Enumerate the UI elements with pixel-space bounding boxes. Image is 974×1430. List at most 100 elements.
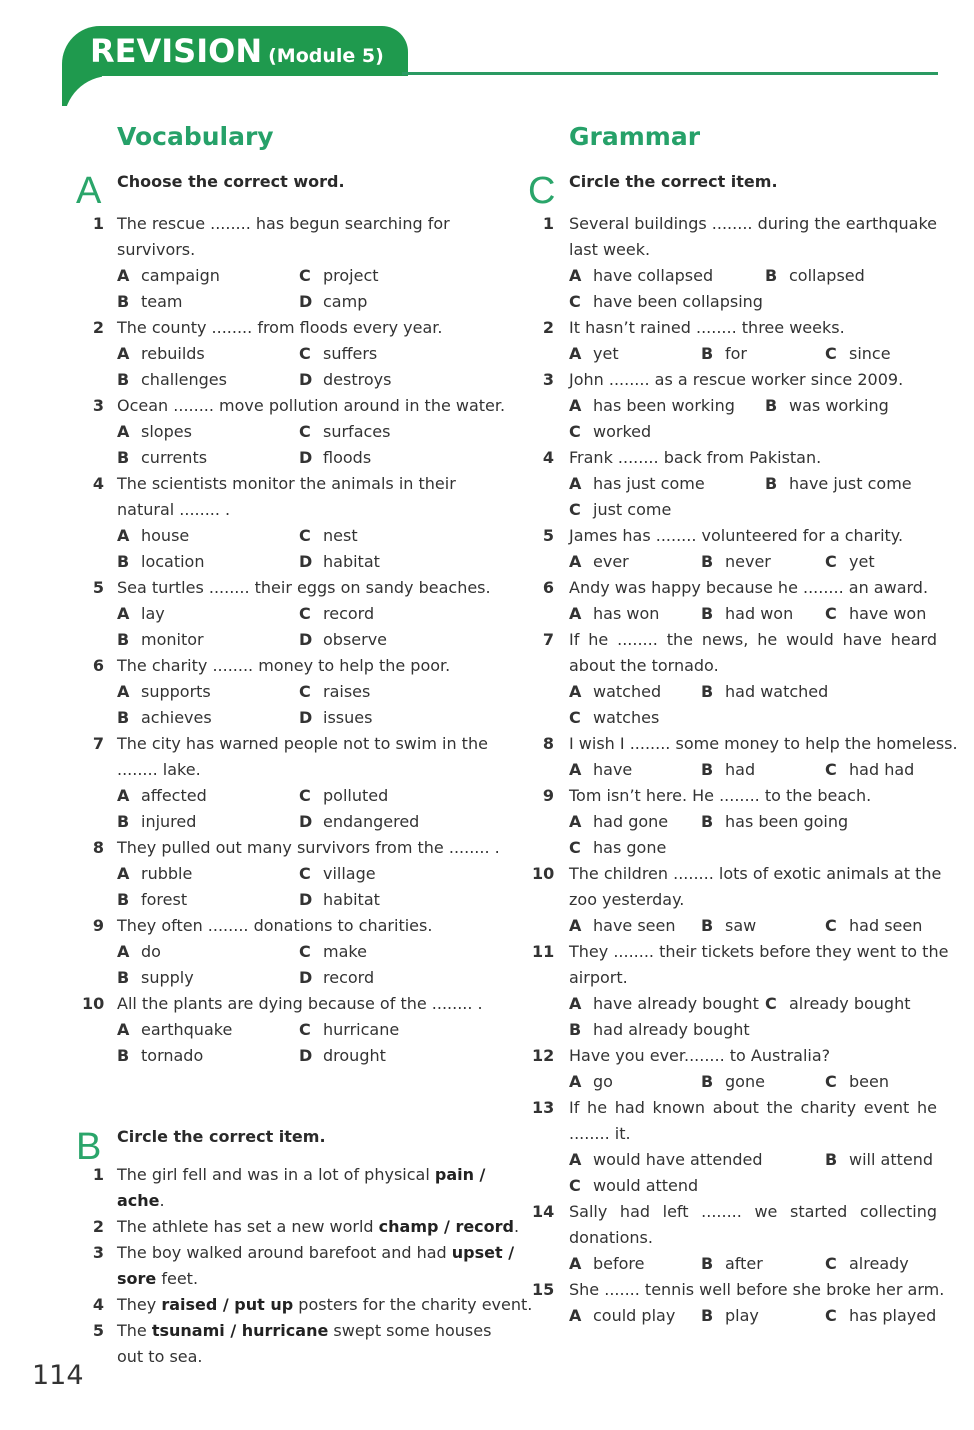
answer-option[interactable]: Dissues — [299, 705, 372, 731]
choice-option[interactable]: ache — [117, 1191, 160, 1210]
answer-option[interactable]: Dendangered — [299, 809, 419, 835]
answer-option[interactable]: Ahave seen — [569, 913, 676, 939]
option-text: play — [725, 1306, 759, 1325]
answer-option[interactable]: Ahave collapsed — [569, 263, 713, 289]
answer-option[interactable]: Btornado — [117, 1043, 203, 1069]
answer-option[interactable]: Ahad gone — [569, 809, 668, 835]
answer-option[interactable]: Bmonitor — [117, 627, 204, 653]
answer-option[interactable]: Ayet — [569, 341, 619, 367]
answer-option[interactable]: Cproject — [299, 263, 379, 289]
answer-option[interactable]: Aever — [569, 549, 629, 575]
option-text: watched — [593, 682, 662, 701]
answer-option[interactable]: Chave been collapsing — [569, 289, 763, 315]
answer-option[interactable]: Chad seen — [825, 913, 922, 939]
answer-option[interactable]: Abefore — [569, 1251, 645, 1277]
answer-option[interactable]: Cnest — [299, 523, 358, 549]
answer-option[interactable]: Ado — [117, 939, 161, 965]
answer-option[interactable]: Bcurrents — [117, 445, 207, 471]
choice-option[interactable]: raised / put up — [161, 1295, 293, 1314]
answer-option[interactable]: Dcamp — [299, 289, 367, 315]
answer-option[interactable]: Acampaign — [117, 263, 220, 289]
answer-option[interactable]: Ahave already bought — [569, 991, 759, 1017]
answer-option[interactable]: Bhad — [701, 757, 755, 783]
answer-option[interactable]: Dhabitat — [299, 549, 380, 575]
answer-option[interactable]: Cmake — [299, 939, 367, 965]
answer-option[interactable]: Asupports — [117, 679, 211, 705]
answer-option[interactable]: Bnever — [701, 549, 771, 575]
answer-option[interactable]: Bhad watched — [701, 679, 828, 705]
answer-option[interactable]: Calready — [825, 1251, 909, 1277]
answer-option[interactable]: Bforest — [117, 887, 187, 913]
question-text: zoo yesterday. — [569, 890, 685, 909]
answer-option[interactable]: Bhave just come — [765, 471, 912, 497]
answer-option[interactable]: Bplay — [701, 1303, 759, 1329]
answer-option[interactable]: Cwatches — [569, 705, 659, 731]
answer-option[interactable]: Cjust come — [569, 497, 671, 523]
answer-option[interactable]: Ago — [569, 1069, 613, 1095]
answer-option[interactable]: Aslopes — [117, 419, 192, 445]
answer-option[interactable]: Ddrought — [299, 1043, 386, 1069]
choice-option[interactable]: upset / — [452, 1243, 514, 1262]
answer-option[interactable]: Chas gone — [569, 835, 666, 861]
option-letter: A — [569, 916, 582, 935]
question-number: 9 — [92, 916, 104, 935]
answer-option[interactable]: Ahas won — [569, 601, 659, 627]
answer-option[interactable]: Csurfaces — [299, 419, 390, 445]
answer-option[interactable]: Crecord — [299, 601, 374, 627]
answer-option[interactable]: Aaffected — [117, 783, 207, 809]
answer-option[interactable]: Bafter — [701, 1251, 763, 1277]
answer-option[interactable]: Craises — [299, 679, 370, 705]
answer-option[interactable]: Dhabitat — [299, 887, 380, 913]
answer-option[interactable]: Bachieves — [117, 705, 212, 731]
answer-option[interactable]: Chas played — [825, 1303, 936, 1329]
answer-option[interactable]: Awould have attended — [569, 1147, 763, 1173]
answer-option[interactable]: Bfor — [701, 341, 747, 367]
answer-option[interactable]: Ahouse — [117, 523, 189, 549]
answer-option[interactable]: Aearthquake — [117, 1017, 232, 1043]
answer-option[interactable]: Csince — [825, 341, 891, 367]
answer-option[interactable]: Cbeen — [825, 1069, 889, 1095]
answer-option[interactable]: Bgone — [701, 1069, 765, 1095]
choice-option[interactable]: pain / — [435, 1165, 486, 1184]
answer-option[interactable]: Bhad already bought — [569, 1017, 750, 1043]
answer-option[interactable]: Awatched — [569, 679, 661, 705]
answer-option[interactable]: Churricane — [299, 1017, 399, 1043]
answer-option[interactable]: Chave won — [825, 601, 926, 627]
answer-option[interactable]: Bteam — [117, 289, 183, 315]
answer-option[interactable]: Bhad won — [701, 601, 793, 627]
answer-option[interactable]: Cworked — [569, 419, 651, 445]
choice-option[interactable]: sore — [117, 1269, 156, 1288]
answer-option[interactable]: Cwould attend — [569, 1173, 698, 1199]
choice-option[interactable]: champ / record — [379, 1217, 514, 1236]
answer-option[interactable]: Ahas been working — [569, 393, 735, 419]
answer-option[interactable]: Bsupply — [117, 965, 194, 991]
answer-option[interactable]: Dobserve — [299, 627, 387, 653]
answer-option[interactable]: Csuffers — [299, 341, 377, 367]
answer-option[interactable]: Dfloods — [299, 445, 371, 471]
answer-option[interactable]: Bchallenges — [117, 367, 227, 393]
option-letter: A — [569, 1072, 582, 1091]
answer-option[interactable]: Alay — [117, 601, 165, 627]
answer-option[interactable]: Cpolluted — [299, 783, 388, 809]
answer-option[interactable]: Bwas working — [765, 393, 889, 419]
answer-option[interactable]: Ddestroys — [299, 367, 391, 393]
answer-option[interactable]: Bsaw — [701, 913, 756, 939]
answer-option[interactable]: Arebuilds — [117, 341, 205, 367]
option-text: saw — [725, 916, 757, 935]
choice-option[interactable]: tsunami / hurricane — [152, 1321, 328, 1340]
answer-option[interactable]: Chad had — [825, 757, 914, 783]
answer-option[interactable]: Ahave — [569, 757, 632, 783]
answer-option[interactable]: Bhas been going — [701, 809, 848, 835]
answer-option[interactable]: Drecord — [299, 965, 374, 991]
answer-option[interactable]: Bcollapsed — [765, 263, 865, 289]
answer-option[interactable]: Binjured — [117, 809, 196, 835]
answer-option[interactable]: Blocation — [117, 549, 204, 575]
answer-option[interactable]: Cvillage — [299, 861, 376, 887]
question-text: It hasn’t rained ........ three weeks. — [569, 318, 845, 337]
answer-option[interactable]: Arubble — [117, 861, 192, 887]
answer-option[interactable]: Acould play — [569, 1303, 675, 1329]
answer-option[interactable]: Ahas just come — [569, 471, 705, 497]
answer-option[interactable]: Cyet — [825, 549, 875, 575]
answer-option[interactable]: Calready bought — [765, 991, 911, 1017]
answer-option[interactable]: Bwill attend — [825, 1147, 933, 1173]
